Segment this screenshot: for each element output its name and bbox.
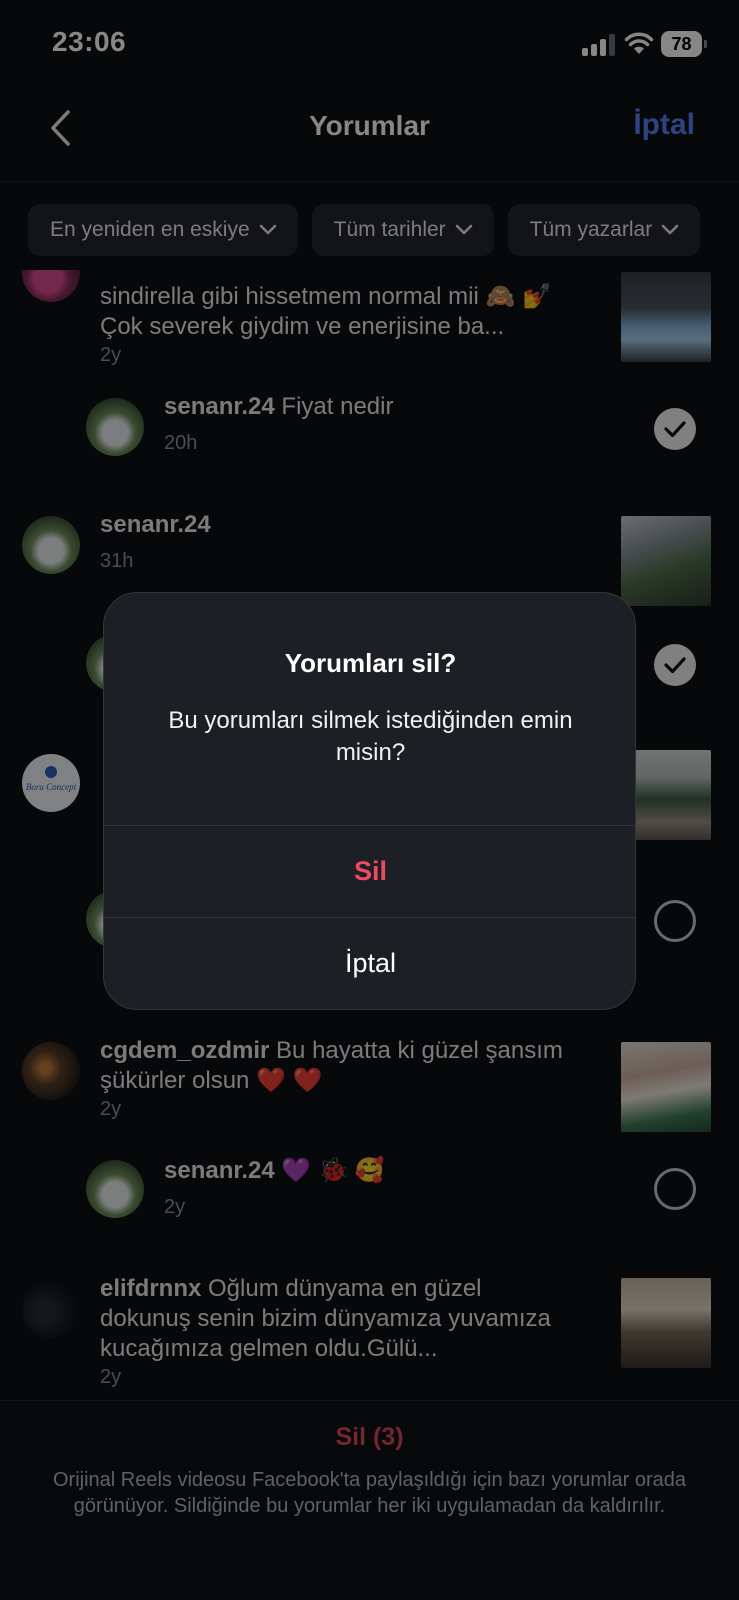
dialog-title: Yorumları sil? [284,648,457,678]
confirm-delete-button[interactable]: Sil [104,825,635,917]
delete-confirmation-dialog: Yorumları sil? Bu yorumları silmek isted… [103,592,636,1010]
dialog-message: Bu yorumları silmek istediğinden emin mi… [168,707,573,766]
dialog-cancel-button[interactable]: İptal [104,917,635,1009]
